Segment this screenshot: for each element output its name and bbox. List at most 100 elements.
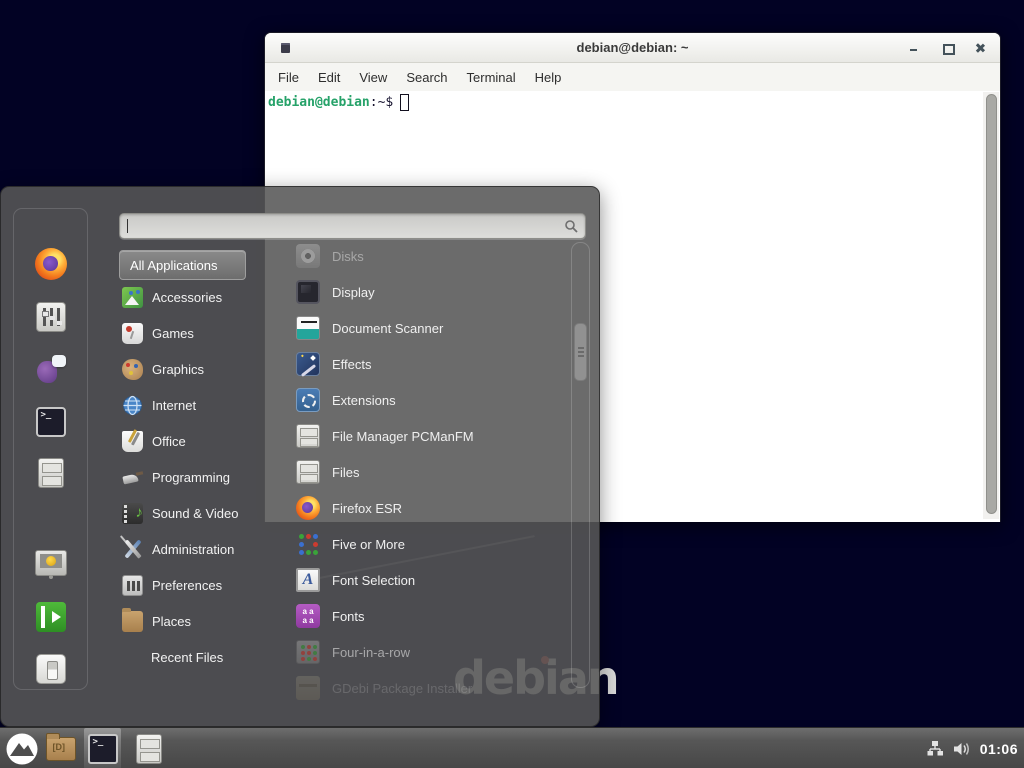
category-sound-video[interactable]: Sound & Video (119, 495, 266, 531)
maximize-icon[interactable] (941, 42, 953, 54)
preferences-icon (122, 575, 143, 596)
menu-help[interactable]: Help (535, 70, 562, 85)
shell-prompt: debian@debian :~$ (268, 94, 409, 111)
app-font-selection[interactable]: Font Selection (266, 562, 566, 598)
filter-all-applications[interactable]: All Applications (119, 250, 246, 280)
five-or-more-icon (296, 532, 320, 556)
category-office[interactable]: Office (119, 423, 266, 459)
internet-icon (122, 395, 143, 416)
firefox-icon (35, 248, 67, 280)
folder-icon (46, 737, 76, 761)
app-effects[interactable]: Effects (266, 346, 566, 382)
category-internet[interactable]: Internet (119, 387, 266, 423)
category-recent-files[interactable]: Recent Files (119, 639, 266, 675)
category-list: Accessories Games Graphics Internet Offi… (119, 279, 266, 675)
menu-file[interactable]: File (278, 70, 299, 85)
app-fonts[interactable]: Fonts (266, 598, 566, 634)
places-icon (122, 611, 143, 632)
terminal-menubar: File Edit View Search Terminal Help (265, 63, 1000, 91)
file-cabinet-icon (136, 734, 162, 764)
app-disks[interactable]: Disks (266, 238, 566, 274)
favorite-control-center[interactable] (34, 300, 68, 334)
menu-scrollbar[interactable] (571, 242, 590, 688)
terminal-icon (88, 734, 118, 764)
document-scanner-icon (296, 316, 320, 340)
administration-icon (122, 539, 143, 560)
taskbar-file-manager-button[interactable] (42, 730, 79, 767)
taskbar-files-button[interactable] (130, 730, 167, 767)
control-center-icon (36, 302, 66, 332)
category-preferences[interactable]: Preferences (119, 567, 266, 603)
category-programming[interactable]: Programming (119, 459, 266, 495)
app-firefox-esr[interactable]: Firefox ESR (266, 490, 566, 526)
menu-search-box[interactable] (119, 213, 586, 239)
file-cabinet-icon (38, 458, 64, 488)
category-accessories[interactable]: Accessories (119, 279, 266, 315)
app-document-scanner[interactable]: Document Scanner (266, 310, 566, 346)
menu-terminal[interactable]: Terminal (467, 70, 516, 85)
accessories-icon (122, 287, 143, 308)
search-icon (564, 219, 578, 233)
app-five-or-more[interactable]: Five or More (266, 526, 566, 562)
four-in-a-row-icon (296, 640, 320, 664)
menu-edit[interactable]: Edit (318, 70, 340, 85)
file-cabinet-icon (296, 424, 320, 448)
menu-view[interactable]: View (359, 70, 387, 85)
application-list: Disks Display Document Scanner Effects E… (266, 238, 566, 706)
all-applications-label: All Applications (130, 258, 217, 273)
category-administration[interactable]: Administration (119, 531, 266, 567)
favorite-terminal[interactable] (34, 405, 68, 439)
category-graphics[interactable]: Graphics (119, 351, 266, 387)
app-extensions[interactable]: Extensions (266, 382, 566, 418)
menu-scrollbar-handle[interactable] (574, 323, 587, 381)
favorite-file-manager[interactable] (34, 456, 68, 490)
favorite-shutdown[interactable] (34, 652, 68, 686)
system-tray: 01:06 (927, 728, 1018, 768)
menu-button[interactable] (3, 730, 40, 767)
terminal-titlebar[interactable]: debian@debian: ~ (265, 33, 1000, 63)
favorite-screensaver[interactable] (34, 548, 68, 582)
disks-icon (296, 244, 320, 268)
app-files[interactable]: Files (266, 454, 566, 490)
window-controls (908, 33, 986, 63)
menu-search[interactable]: Search (406, 70, 447, 85)
application-menu: All Applications Accessories Games Graph… (0, 186, 600, 727)
terminal-app-icon (281, 43, 290, 53)
network-icon[interactable] (927, 740, 944, 757)
screensaver-icon (35, 550, 67, 576)
favorite-firefox[interactable] (34, 247, 68, 281)
fonts-icon (296, 604, 320, 628)
pidgin-icon (36, 355, 66, 385)
app-display[interactable]: Display (266, 274, 566, 310)
menu-mountain-icon (5, 732, 39, 766)
terminal-cursor (400, 94, 409, 111)
app-four-in-a-row[interactable]: Four-in-a-row (266, 634, 566, 670)
minimize-icon[interactable] (908, 42, 920, 54)
terminal-scrollbar[interactable] (983, 92, 999, 519)
category-places[interactable]: Places (119, 603, 266, 639)
taskbar-terminal-button[interactable] (84, 728, 121, 768)
category-games[interactable]: Games (119, 315, 266, 351)
app-file-manager-pcmanfm[interactable]: File Manager PCManFM (266, 418, 566, 454)
favorite-logout[interactable] (34, 600, 68, 634)
shutdown-icon (36, 654, 66, 684)
display-icon (296, 280, 320, 304)
effects-icon (296, 352, 320, 376)
logout-icon (36, 602, 66, 632)
taskbar: 01:06 (0, 727, 1024, 768)
app-gdebi-package-installer[interactable]: GDebi Package Installer (266, 670, 566, 706)
search-input[interactable] (128, 214, 564, 238)
volume-icon[interactable] (953, 741, 971, 757)
close-icon[interactable] (974, 42, 986, 54)
favorites-panel (13, 208, 88, 690)
sound-video-icon (122, 503, 143, 524)
extensions-icon (296, 388, 320, 412)
favorite-pidgin[interactable] (34, 353, 68, 387)
prompt-path: :~$ (370, 95, 393, 110)
gdebi-icon (296, 676, 320, 700)
terminal-icon (36, 407, 66, 437)
terminal-scrollbar-handle[interactable] (986, 94, 997, 514)
programming-icon (122, 467, 143, 488)
games-icon (122, 323, 143, 344)
clock[interactable]: 01:06 (980, 741, 1018, 757)
